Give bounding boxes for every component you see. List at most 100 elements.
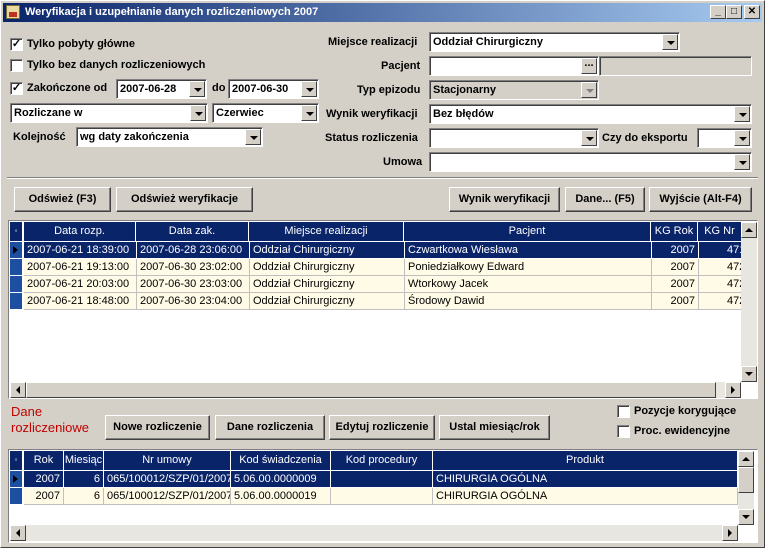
wynik-weryfikacji-label: Wynik weryfikacji (326, 108, 418, 120)
column-header[interactable]: Miesiąc (64, 451, 104, 470)
scroll-up-icon[interactable] (738, 451, 754, 467)
column-header[interactable]: Nr umowy (104, 451, 231, 470)
table-row[interactable]: 2007-06-21 18:39:00 2007-06-28 23:06:00 … (10, 242, 742, 259)
table-row[interactable]: 2007 6 065/100012/SZP/01/2007 5.06.00.00… (10, 471, 738, 488)
date-to-select[interactable]: 2007-06-30 (228, 79, 319, 99)
row-indicator-icon (10, 242, 23, 259)
vertical-scrollbar[interactable] (738, 451, 754, 525)
umowa-select[interactable] (429, 152, 752, 172)
wyjscie-button[interactable]: Wyjście (Alt-F4) (649, 187, 752, 212)
czy-do-eksportu-select[interactable] (697, 128, 752, 148)
pozycje-korygujace-checkbox[interactable] (617, 405, 630, 418)
scroll-left-icon[interactable] (10, 382, 26, 398)
scroll-left-icon[interactable] (10, 525, 26, 541)
column-header[interactable]: Miejsce realizacji (249, 222, 404, 241)
status-rozliczenia-label: Status rozliczenia (325, 132, 418, 144)
horizontal-scrollbar[interactable] (10, 525, 738, 541)
rozliczane-select[interactable]: Rozliczane w (10, 103, 208, 123)
column-header[interactable]: KG Nr (698, 222, 742, 241)
chevron-down-icon[interactable] (189, 81, 205, 97)
zakonczone-label: Zakończone od (27, 82, 108, 94)
table-row[interactable]: 2007 6 065/100012/SZP/01/2007 5.06.00.00… (10, 488, 738, 505)
proc-ewidencyjne-label: Proc. ewidencyjne (634, 425, 730, 437)
date-to-label: do (212, 82, 226, 94)
nowe-rozliczenie-button[interactable]: Nowe rozliczenie (105, 415, 210, 440)
tylko-pobyty-glowne-checkbox[interactable]: ✓ (10, 38, 23, 51)
scroll-down-icon[interactable] (738, 509, 754, 525)
table-row[interactable]: 2007-06-21 20:03:00 2007-06-30 23:03:00 … (10, 276, 742, 293)
column-header[interactable]: Pacjent (404, 222, 651, 241)
zakonczone-checkbox[interactable]: ✓ (10, 82, 23, 95)
grid-corner[interactable]: ◦ (10, 222, 23, 241)
month-select[interactable]: Czerwiec (212, 103, 319, 123)
scroll-right-icon[interactable] (725, 382, 741, 398)
title-bar[interactable]: Weryfikacja i uzupełnianie danych rozlic… (3, 3, 762, 22)
vertical-scrollbar[interactable] (741, 222, 757, 382)
wynik-weryfikacji-button[interactable]: Wynik weryfikacji (449, 187, 560, 212)
umowa-label: Umowa (383, 156, 423, 168)
close-button[interactable]: ✕ (744, 5, 760, 19)
browse-button[interactable]: ... (581, 58, 597, 74)
chevron-down-icon[interactable] (734, 106, 750, 122)
column-header[interactable]: KG Rok (651, 222, 698, 241)
chevron-down-icon[interactable] (734, 130, 750, 146)
chevron-down-icon[interactable] (190, 105, 206, 121)
miejsce-realizacji-label: Miejsce realizacji (328, 36, 418, 48)
scroll-right-icon[interactable] (722, 525, 738, 541)
chevron-down-icon (581, 82, 597, 98)
scroll-thumb[interactable] (738, 467, 754, 493)
dane-title-line1: Dane (11, 404, 43, 419)
czy-do-eksportu-label: Czy do eksportu (602, 132, 688, 144)
wynik-weryfikacji-select[interactable]: Bez błędów (429, 104, 752, 124)
odswiez-weryfikacje-button[interactable]: Odśwież weryfikacje (116, 187, 253, 212)
typ-epizodu-select: Stacjonarny (429, 80, 599, 100)
column-header[interactable]: Rok (24, 451, 64, 470)
column-header[interactable]: Kod świadczenia (231, 451, 331, 470)
pacjent-display (599, 56, 752, 76)
chevron-down-icon[interactable] (301, 105, 317, 121)
pacjent-label: Pacjent (381, 60, 421, 72)
kolejnosc-select[interactable]: wg daty zakończenia (76, 127, 263, 147)
status-rozliczenia-select[interactable] (429, 128, 599, 148)
chevron-down-icon[interactable] (734, 154, 750, 170)
table-row[interactable]: 2007-06-21 19:13:00 2007-06-30 23:02:00 … (10, 259, 742, 276)
ustal-miesiac-button[interactable]: Ustal miesiąc/rok (439, 415, 550, 440)
column-header[interactable]: Produkt (433, 451, 738, 470)
tylko-bez-danych-checkbox[interactable] (10, 59, 23, 72)
row-indicator (10, 488, 23, 505)
maximize-button[interactable]: □ (726, 5, 742, 19)
window-title: Weryfikacja i uzupełnianie danych rozlic… (25, 6, 319, 18)
table-row[interactable]: 2007-06-21 18:48:00 2007-06-30 23:04:00 … (10, 293, 742, 310)
date-from-select[interactable]: 2007-06-28 (116, 79, 207, 99)
kolejnosc-label: Kolejność (13, 131, 66, 143)
scroll-up-icon[interactable] (741, 222, 757, 238)
horizontal-scrollbar[interactable] (10, 382, 741, 398)
scroll-down-icon[interactable] (741, 366, 757, 382)
chevron-down-icon[interactable] (662, 34, 678, 50)
miejsce-realizacji-select[interactable]: Oddział Chirurgiczny (429, 32, 680, 52)
divider (7, 177, 758, 179)
episodes-grid[interactable]: ◦ Data rozp. Data zak. Miejsce realizacj… (8, 220, 758, 399)
minimize-button[interactable]: _ (710, 5, 726, 19)
dane-button[interactable]: Dane... (F5) (565, 187, 645, 212)
column-header[interactable]: Kod procedury (331, 451, 433, 470)
proc-ewidencyjne-checkbox[interactable] (617, 425, 630, 438)
edytuj-rozliczenie-button[interactable]: Edytuj rozliczenie (329, 415, 435, 440)
chevron-down-icon[interactable] (581, 130, 597, 146)
main-window: Weryfikacja i uzupełnianie danych rozlic… (0, 0, 765, 548)
tylko-bez-danych-label: Tylko bez danych rozliczeniowych (27, 59, 206, 71)
typ-epizodu-label: Typ epizodu (357, 84, 421, 96)
row-indicator (10, 276, 23, 293)
chevron-down-icon[interactable] (301, 81, 317, 97)
dane-rozliczenia-button[interactable]: Dane rozliczenia (215, 415, 325, 440)
chevron-down-icon[interactable] (245, 129, 261, 145)
odswiez-button[interactable]: Odśwież (F3) (14, 187, 111, 212)
pacjent-input[interactable]: ... (429, 56, 599, 76)
row-indicator (10, 259, 23, 276)
tylko-pobyty-glowne-label: Tylko pobyty główne (27, 38, 135, 50)
grid-corner[interactable]: ◦ (10, 451, 23, 470)
column-header[interactable]: Data rozp. (24, 222, 136, 241)
scroll-thumb[interactable] (26, 382, 716, 398)
settlement-grid[interactable]: ◦ Rok Miesiąc Nr umowy Kod świadczenia K… (8, 449, 758, 543)
column-header[interactable]: Data zak. (136, 222, 249, 241)
